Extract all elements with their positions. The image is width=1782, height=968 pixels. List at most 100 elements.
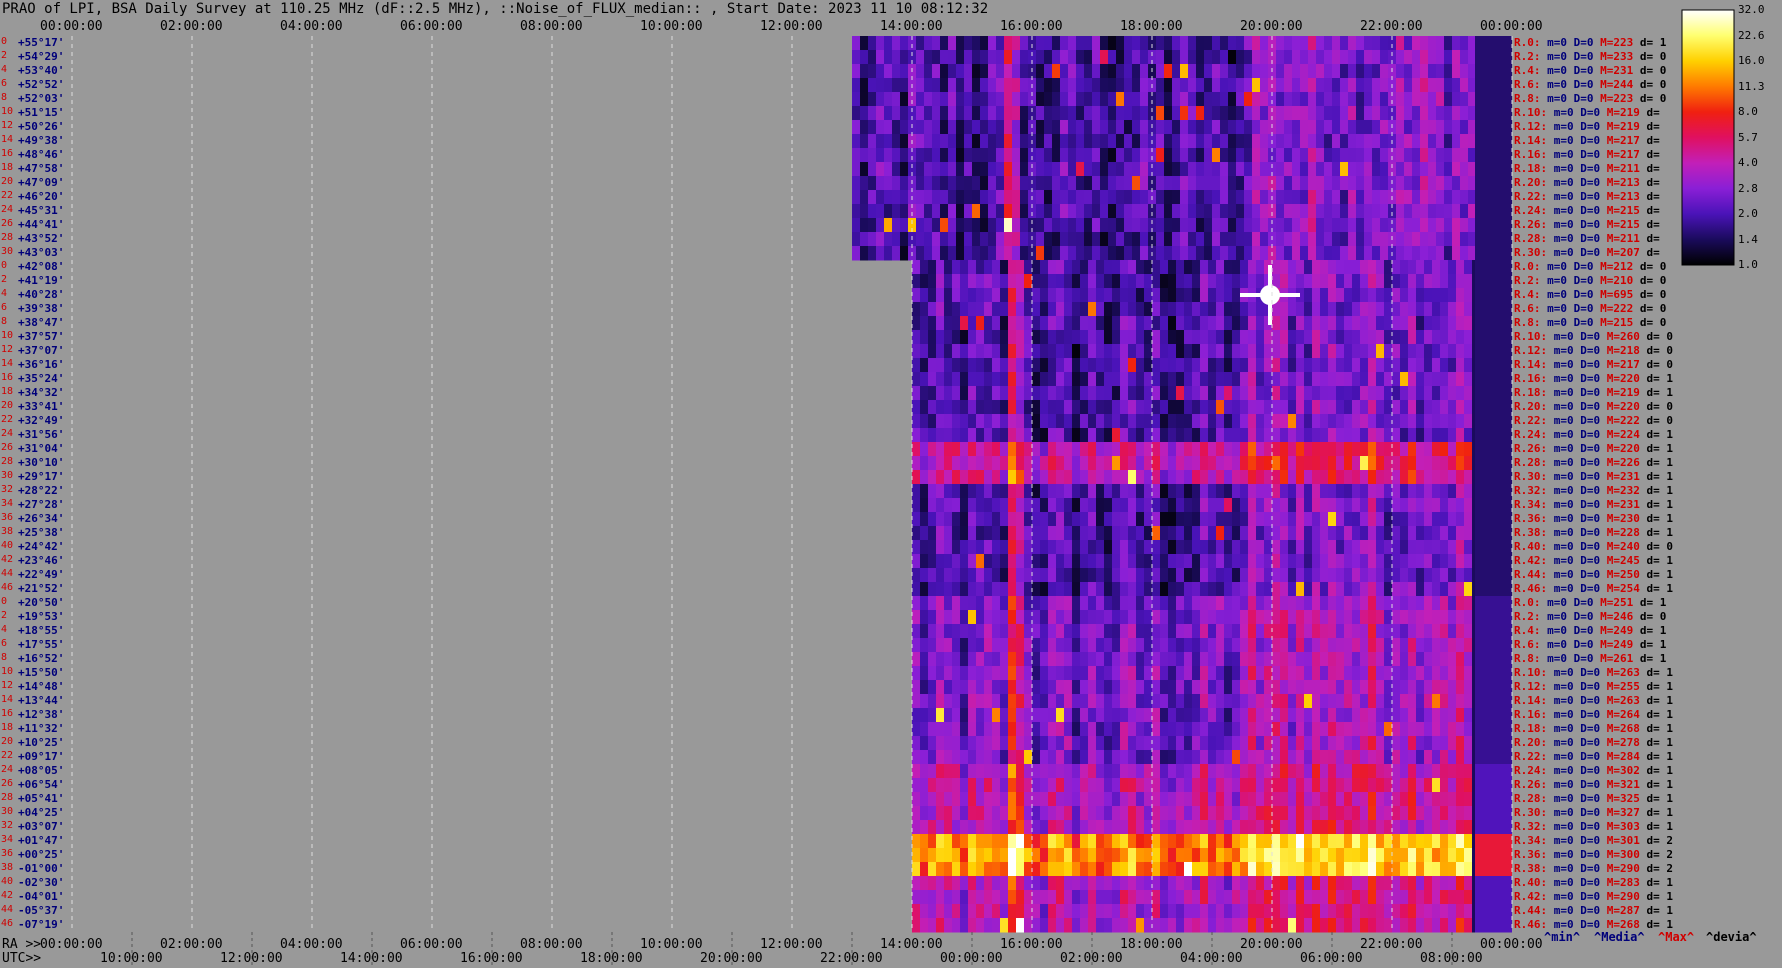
heatmap-cell — [1464, 288, 1472, 303]
heatmap-cell — [1084, 246, 1092, 261]
heatmap-cell — [1368, 876, 1376, 891]
heatmap-cell — [1308, 246, 1316, 261]
heatmap-cell — [960, 484, 968, 499]
heatmap-cell — [1432, 344, 1440, 359]
heatmap-cell — [1328, 820, 1336, 835]
heatmap-cell — [1444, 134, 1452, 149]
heatmap-cell — [980, 106, 988, 121]
heatmap-cell — [984, 554, 992, 569]
heatmap-cell — [1392, 750, 1400, 765]
heatmap-cell — [1464, 358, 1472, 373]
heatmap-cell — [1328, 260, 1336, 275]
heatmap-cell — [1312, 918, 1320, 933]
heatmap-cell — [956, 232, 964, 247]
heatmap-cell — [1008, 820, 1016, 835]
heatmap-cell — [960, 736, 968, 751]
heatmap-cell — [1408, 764, 1416, 779]
heatmap-cell — [1408, 512, 1416, 527]
heatmap-cell — [992, 862, 1000, 877]
heatmap-cell — [1248, 834, 1256, 849]
heatmap-cell — [1056, 624, 1064, 639]
heatmap-cell — [1252, 246, 1260, 261]
heatmap-cell — [960, 694, 968, 709]
heatmap-cell — [984, 666, 992, 681]
heatmap-cell — [1176, 694, 1184, 709]
heatmap-cell — [1152, 736, 1160, 751]
heatmap-cell — [1104, 498, 1112, 513]
heatmap-cell — [1408, 582, 1416, 597]
heatmap-cell — [1276, 232, 1284, 247]
heatmap-cell — [1164, 204, 1172, 219]
heatmap-cell — [928, 694, 936, 709]
heatmap-cell — [1400, 288, 1408, 303]
heatmap-cell — [1352, 694, 1360, 709]
dec-label: +53°40' — [18, 64, 65, 77]
heatmap-cell — [1120, 470, 1128, 485]
heatmap-cell — [1464, 316, 1472, 331]
heatmap-cell — [948, 148, 956, 163]
heatmap-cell — [1200, 736, 1208, 751]
heatmap-cell — [1112, 918, 1120, 933]
heatmap-cell — [1176, 764, 1184, 779]
heatmap-cell — [1392, 400, 1400, 415]
heatmap-cell — [1184, 792, 1192, 807]
heatmap-cell — [1020, 204, 1028, 219]
heatmap-cell — [944, 848, 952, 863]
heatmap-cell — [1172, 148, 1180, 163]
heatmap-cell — [1156, 190, 1164, 205]
heatmap-cell — [1056, 876, 1064, 891]
heatmap-cell — [1004, 190, 1012, 205]
heatmap-cell — [1104, 708, 1112, 723]
heatmap-cell — [952, 792, 960, 807]
heatmap-cell — [1336, 694, 1344, 709]
heatmap-cell — [1428, 134, 1436, 149]
heatmap-cell — [860, 64, 868, 79]
heatmap-cell — [1160, 302, 1168, 317]
heatmap-cell — [1288, 372, 1296, 387]
dec-label: +33°41' — [18, 400, 65, 413]
heatmap-cell — [1256, 862, 1264, 877]
heatmap-cell — [1392, 848, 1400, 863]
heatmap-cell — [1320, 666, 1328, 681]
heatmap-cell — [1248, 680, 1256, 695]
heatmap-cell — [1300, 176, 1308, 191]
heatmap-cell — [1344, 722, 1352, 737]
heatmap-cell — [1104, 414, 1112, 429]
heatmap-cell — [1072, 792, 1080, 807]
heatmap-cell — [1240, 890, 1248, 905]
heatmap-cell — [912, 694, 920, 709]
heatmap-cell — [1288, 498, 1296, 513]
row-stat: R.16: m=0 D=0 M=220 d= 1 — [1514, 372, 1673, 385]
heatmap-cell — [1260, 176, 1268, 191]
heatmap-cell — [1184, 862, 1192, 877]
heatmap-cell — [1048, 260, 1056, 275]
row-stat: R.0: m=0 D=0 M=251 d= 1 — [1514, 596, 1667, 609]
heatmap-cell — [1408, 456, 1416, 471]
heatmap-cell — [960, 288, 968, 303]
heatmap-cell — [1296, 750, 1304, 765]
heatmap-cell — [1096, 652, 1104, 667]
heatmap-cell — [1260, 106, 1268, 121]
heatmap-cell — [1384, 302, 1392, 317]
heatmap-cell — [1336, 624, 1344, 639]
heatmap-cell — [1156, 92, 1164, 107]
heatmap-cell — [1216, 288, 1224, 303]
heatmap-cell — [1008, 638, 1016, 653]
heatmap-cell — [1024, 820, 1032, 835]
heatmap-cell — [1412, 64, 1420, 79]
heatmap-cell — [920, 792, 928, 807]
heatmap-cell — [1296, 680, 1304, 695]
heatmap-cell — [1360, 820, 1368, 835]
heatmap-cell — [1092, 78, 1100, 93]
heatmap-cell — [952, 260, 960, 275]
heatmap-cell — [968, 680, 976, 695]
heatmap-cell — [1380, 246, 1388, 261]
heatmap-cell — [1316, 218, 1324, 233]
heatmap-cell — [1384, 344, 1392, 359]
row-stat: R.20: m=0 D=0 M=213 d= — [1514, 176, 1660, 189]
heatmap-cell — [944, 274, 952, 289]
heatmap-cell — [984, 302, 992, 317]
heatmap-cell — [1040, 554, 1048, 569]
heatmap-cell — [1344, 274, 1352, 289]
heatmap-cell — [1344, 652, 1352, 667]
